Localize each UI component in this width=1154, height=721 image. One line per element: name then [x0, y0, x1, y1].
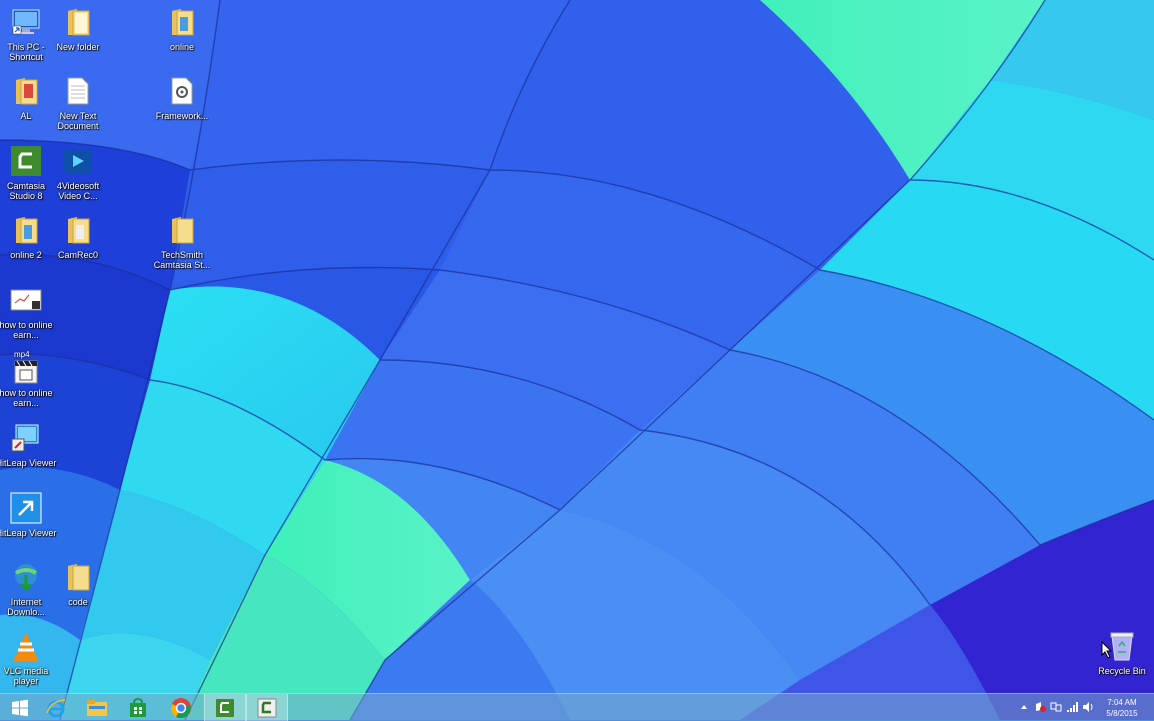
desktop-icon-new-folder[interactable]: New folder: [47, 4, 109, 52]
signal-icon[interactable]: [1066, 701, 1078, 713]
taskbar: 7:04 AM 5/8/2015: [0, 693, 1154, 721]
folder-icon: [60, 4, 96, 40]
desktop-icon-label: Recycle Bin: [1098, 666, 1146, 676]
desktop-icon-new-text-document[interactable]: New Text Document: [47, 73, 109, 131]
taskbar-file-explorer[interactable]: [77, 694, 117, 721]
hitleap-icon: [8, 420, 44, 456]
start-button[interactable]: [0, 694, 40, 721]
clock-date: 5/8/2015: [1106, 709, 1138, 718]
store-icon: [130, 697, 146, 717]
taskbar-store[interactable]: [118, 694, 158, 721]
desktop-icon-4videosoft[interactable]: 4Videosoft Video C...: [47, 143, 109, 201]
desktop-icon-label: online: [169, 42, 195, 52]
folder-icon: [60, 559, 96, 595]
taskbar-chrome[interactable]: [161, 694, 201, 721]
file-extension-badge: mp4: [14, 350, 30, 359]
desktop-icon-how-to-online-earn-1[interactable]: how to online earn...: [0, 282, 57, 340]
desktop-icon-label: Framework...: [155, 111, 209, 121]
show-hidden-icons-icon[interactable]: [1018, 701, 1030, 713]
clock[interactable]: 7:04 AM 5/8/2015: [1102, 697, 1142, 719]
ie-icon: [46, 698, 66, 717]
shortcut-icon: [8, 490, 44, 526]
chrome-icon: [171, 697, 191, 718]
mp4-file-icon: mp4: [8, 350, 44, 386]
video-converter-icon: [60, 143, 96, 179]
desktop-icon-label: how to online earn...: [0, 388, 53, 408]
desktop-icon-label: New Text Document: [57, 111, 99, 131]
desktop-icon-label: CamRec0: [57, 250, 98, 260]
internet-download-icon: [8, 559, 44, 595]
computer-icon: [8, 4, 44, 40]
clock-time: 7:04 AM: [1107, 698, 1137, 707]
network-icon[interactable]: [1050, 701, 1062, 713]
desktop-icon-vlc[interactable]: VLC media player: [0, 628, 57, 686]
folder-icon: [164, 4, 200, 40]
desktop-icon-label: HitLeap Viewer: [0, 458, 57, 468]
folder-icon: [8, 73, 44, 109]
desktop-icon-hitleap-viewer-2[interactable]: HitLeap Viewer: [0, 490, 57, 538]
desktop-icon-code[interactable]: code: [47, 559, 109, 607]
camtasia-icon: [216, 698, 234, 717]
desktop-icon-label: New folder: [56, 42, 100, 52]
folder-icon: [60, 212, 96, 248]
desktop-icon-hitleap-viewer-1[interactable]: HitLeap Viewer: [0, 420, 57, 468]
vlc-icon: [8, 628, 44, 664]
text-document-icon: [60, 73, 96, 109]
camtasia-recorder-icon: [257, 698, 277, 717]
desktop-icon-how-to-online-earn-2[interactable]: mp4 how to online earn...: [0, 350, 57, 408]
taskbar-internet-explorer[interactable]: [36, 694, 76, 721]
windows-start-icon: [12, 699, 28, 716]
desktop-icon-label: TechSmith Camtasia St...: [153, 250, 211, 270]
desktop-icon-label: VLC media player: [3, 666, 49, 686]
mouse-cursor-icon: [1101, 641, 1113, 659]
desktop-icon-label: 4Videosoft Video C...: [56, 181, 100, 201]
desktop-icon-camrec0[interactable]: CamRec0: [47, 212, 109, 260]
file-explorer-icon: [87, 699, 107, 716]
video-file-icon: [8, 282, 44, 318]
desktop-icon-label: code: [68, 597, 88, 607]
volume-icon[interactable]: [1082, 701, 1094, 713]
desktop-icon-label: how to online earn...: [0, 320, 53, 340]
folder-icon: [164, 212, 200, 248]
action-center-icon[interactable]: [1034, 701, 1046, 713]
taskbar-camtasia-recorder[interactable]: [246, 694, 288, 721]
folder-icon: [8, 212, 44, 248]
desktop-icon-label: HitLeap Viewer: [0, 528, 57, 538]
desktop-icon-online[interactable]: online: [151, 4, 213, 52]
taskbar-camtasia[interactable]: [204, 694, 246, 721]
desktop-icon-techsmith-folder[interactable]: TechSmith Camtasia St...: [151, 212, 213, 270]
settings-file-icon: [164, 73, 200, 109]
desktop-icon-framework[interactable]: Framework...: [151, 73, 213, 121]
camtasia-icon: [8, 143, 44, 179]
